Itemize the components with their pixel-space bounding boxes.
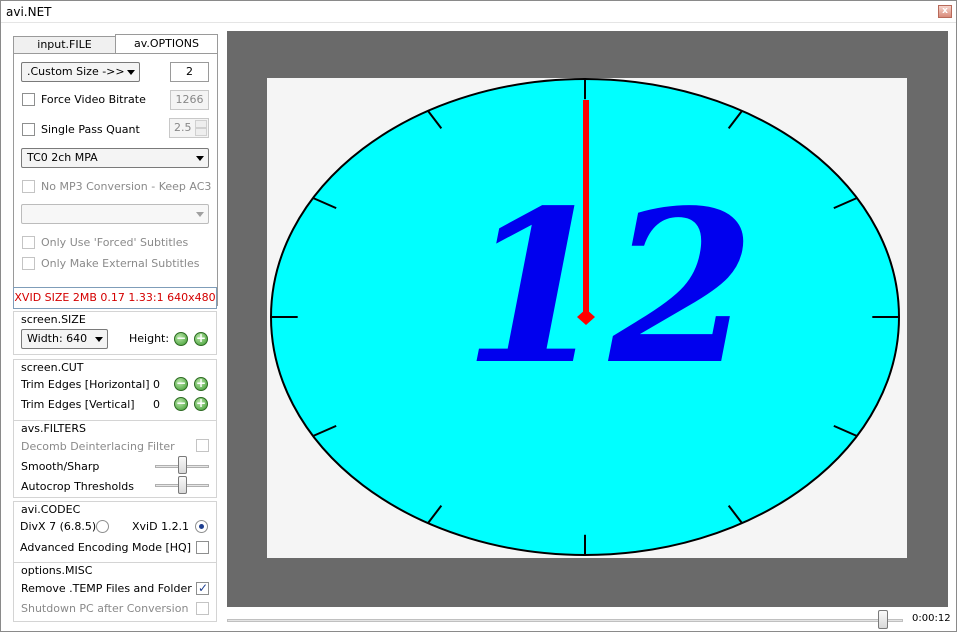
smooth-sharp-slider-thumb[interactable] — [178, 456, 187, 474]
plus-icon: + — [195, 376, 207, 390]
advanced-encoding-checkbox[interactable] — [196, 541, 209, 554]
minus-icon: − — [175, 376, 187, 390]
options-misc-group: options.MISC Remove .TEMP Files and Fold… — [13, 562, 217, 622]
screen-size-group: screen.SIZE Width: 640 Height: − + — [13, 311, 217, 355]
size-preset-select[interactable]: .Custom Size ->> — [21, 62, 140, 82]
subtitle-select[interactable] — [21, 204, 209, 224]
quant-value: 2.5 — [174, 121, 192, 134]
audio-profile-value: TC0 2ch MPA — [27, 151, 98, 164]
force-video-bitrate-label: Force Video Bitrate — [41, 93, 146, 106]
playback-time: 0:00:12 — [912, 613, 951, 624]
trim-vertical-increase-button[interactable]: + — [194, 397, 208, 411]
video-preview: 12 — [227, 31, 948, 607]
remove-temp-checkbox[interactable]: ✓ — [196, 581, 209, 595]
chevron-down-icon — [196, 156, 204, 161]
minus-icon: − — [175, 331, 187, 345]
options-misc-title: options.MISC — [21, 564, 93, 577]
single-pass-quant-label: Single Pass Quant — [41, 123, 140, 136]
width-select-value: Width: 640 — [27, 332, 88, 345]
seek-thumb[interactable] — [878, 610, 888, 629]
height-decrease-button[interactable]: − — [174, 332, 188, 346]
force-video-bitrate-checkbox[interactable] — [22, 93, 35, 106]
height-increase-button[interactable]: + — [194, 332, 208, 346]
stepper-up-button[interactable] — [195, 120, 207, 128]
xvid-radio[interactable] — [195, 520, 208, 533]
chevron-down-icon — [95, 337, 103, 342]
size-value-input[interactable]: 2 — [170, 62, 209, 82]
avs-filters-group: avs.FILTERS Decomb Deinterlacing Filter … — [13, 420, 217, 498]
size-preset-value: .Custom Size ->> — [27, 65, 125, 78]
quant-stepper[interactable]: 2.5 — [169, 118, 209, 138]
avi-codec-title: avi.CODEC — [21, 503, 81, 516]
divx-radio[interactable] — [96, 520, 109, 533]
tab-av-options[interactable]: av.OPTIONS — [115, 34, 218, 54]
app-window: avi.NET x input.FILE av.OPTIONS .Custom … — [0, 0, 957, 632]
encode-summary-field[interactable]: XVID SIZE 2MB 0.17 1.33:1 640x480 — [13, 287, 217, 309]
minus-icon: − — [175, 396, 187, 410]
audio-profile-select[interactable]: TC0 2ch MPA — [21, 148, 209, 168]
shutdown-label: Shutdown PC after Conversion — [21, 602, 189, 615]
plus-icon: + — [195, 331, 207, 345]
radio-selected-dot — [199, 524, 204, 529]
remove-temp-label: Remove .TEMP Files and Folder — [21, 582, 192, 595]
clock-numeral: 12 — [463, 164, 755, 411]
bitrate-input[interactable]: 1266 — [170, 90, 209, 110]
only-forced-subtitles-checkbox[interactable] — [22, 236, 35, 249]
trim-horizontal-label: Trim Edges [Horizontal] — [21, 378, 150, 391]
options-panel: input.FILE av.OPTIONS .Custom Size ->> 2… — [1, 23, 225, 631]
divx-label: DivX 7 (6.8.5) — [20, 520, 97, 533]
xvid-label: XviD 1.2.1 — [132, 520, 190, 533]
plus-icon: + — [195, 396, 207, 410]
tab-input-file[interactable]: input.FILE — [13, 36, 116, 54]
close-button[interactable]: x — [938, 5, 952, 18]
shutdown-checkbox[interactable] — [196, 602, 209, 615]
decomb-checkbox[interactable] — [196, 439, 209, 452]
preview-frame: 12 — [267, 78, 907, 558]
trim-horizontal-increase-button[interactable]: + — [194, 377, 208, 391]
chevron-down-icon — [196, 212, 204, 217]
autocrop-slider-thumb[interactable] — [178, 476, 187, 494]
trim-horizontal-value: 0 — [153, 378, 160, 391]
seek-bar[interactable] — [227, 619, 903, 622]
autocrop-label: Autocrop Thresholds — [21, 480, 135, 493]
av-options-page: .Custom Size ->> 2 Force Video Bitrate 1… — [13, 53, 218, 306]
screen-cut-title: screen.CUT — [21, 361, 84, 374]
trim-horizontal-decrease-button[interactable]: − — [174, 377, 188, 391]
no-mp3-conversion-label: No MP3 Conversion - Keep AC3 — [41, 180, 212, 193]
avs-filters-title: avs.FILTERS — [21, 422, 86, 435]
clock-hand — [583, 100, 589, 318]
trim-vertical-decrease-button[interactable]: − — [174, 397, 188, 411]
height-label: Height: — [129, 332, 170, 345]
clock-image: 12 — [270, 78, 900, 556]
check-icon: ✓ — [198, 581, 209, 595]
screen-size-title: screen.SIZE — [21, 313, 86, 326]
only-forced-subtitles-label: Only Use 'Forced' Subtitles — [41, 236, 189, 249]
advanced-encoding-label: Advanced Encoding Mode [HQ] — [20, 541, 191, 554]
width-select[interactable]: Width: 640 — [21, 329, 108, 349]
chevron-down-icon — [127, 70, 135, 75]
trim-vertical-value: 0 — [153, 398, 160, 411]
decomb-label: Decomb Deinterlacing Filter — [21, 440, 175, 453]
no-mp3-conversion-checkbox[interactable] — [22, 180, 35, 193]
stepper-down-button[interactable] — [195, 128, 207, 136]
single-pass-quant-checkbox[interactable] — [22, 123, 35, 136]
smooth-sharp-label: Smooth/Sharp — [21, 460, 100, 473]
window-title: avi.NET — [6, 5, 52, 19]
only-external-subtitles-label: Only Make External Subtitles — [41, 257, 200, 270]
close-icon: x — [942, 6, 948, 16]
title-bar[interactable]: avi.NET x — [1, 1, 956, 23]
only-external-subtitles-checkbox[interactable] — [22, 257, 35, 270]
trim-vertical-label: Trim Edges [Vertical] — [21, 398, 135, 411]
